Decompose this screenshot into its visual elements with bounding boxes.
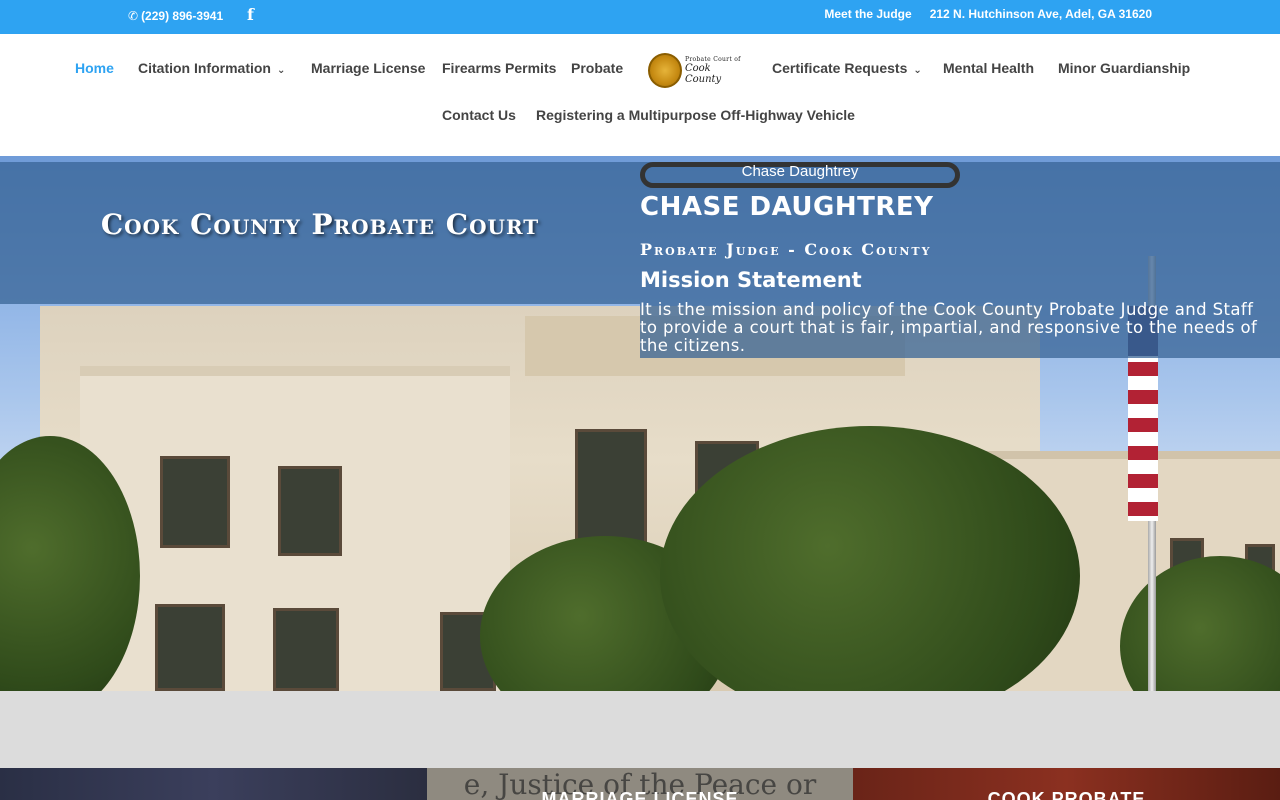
window bbox=[155, 604, 225, 691]
nav-certificate-label: Certificate Requests bbox=[772, 60, 908, 76]
logo-line1: Probate Court of bbox=[684, 55, 741, 63]
window bbox=[160, 456, 230, 548]
judge-name: CHASE DAUGHTREY bbox=[640, 192, 934, 222]
main-header: Home Citation Information ⌄ Marriage Lic… bbox=[0, 34, 1280, 156]
nav-firearms-permits[interactable]: Firearms Permits bbox=[442, 60, 556, 76]
page-title: Cook County Probate Court bbox=[100, 208, 540, 241]
nav-home[interactable]: Home bbox=[75, 60, 114, 76]
logo-line2: Cook County bbox=[684, 62, 722, 85]
window bbox=[273, 608, 339, 691]
meet-the-judge-link[interactable]: Meet the Judge bbox=[824, 7, 911, 21]
nav-citation-label: Citation Information bbox=[138, 60, 271, 76]
nav-marriage-label: Marriage License bbox=[311, 60, 426, 76]
hero-section: Cook County Probate Court Chase Daughtre… bbox=[0, 156, 1280, 691]
nav-ohv-label: Registering a Multipurpose Off-Highway V… bbox=[536, 107, 855, 123]
nav-minor-guardianship[interactable]: Minor Guardianship bbox=[1058, 60, 1190, 76]
top-links: Meet the Judge 212 N. Hutchinson Ave, Ad… bbox=[824, 7, 1152, 21]
nav-mental-health[interactable]: Mental Health bbox=[943, 60, 1034, 76]
nav-minor-guardianship-label: Minor Guardianship bbox=[1058, 60, 1191, 76]
window bbox=[278, 466, 342, 556]
nav-firearms-label: Firearms Permits bbox=[442, 60, 557, 76]
site-logo[interactable]: Probate Court of Cook County bbox=[648, 51, 748, 89]
mission-heading: Mission Statement bbox=[640, 268, 862, 292]
chevron-down-icon: ⌄ bbox=[277, 64, 286, 76]
phone-icon: ✆ bbox=[128, 9, 139, 23]
facebook-icon[interactable]: f bbox=[247, 5, 254, 24]
service-cards: e, Justice of the Peace or Minister MARR… bbox=[0, 768, 1280, 800]
card-caption: MARRIAGE LICENSE bbox=[541, 789, 739, 800]
chevron-down-icon: ⌄ bbox=[913, 64, 922, 76]
mission-text: It is the mission and policy of the Cook… bbox=[640, 300, 1258, 355]
phone-number[interactable]: (229) 896-3941 bbox=[141, 9, 223, 23]
service-card[interactable] bbox=[0, 768, 427, 800]
nav-citation-information[interactable]: Citation Information ⌄ bbox=[138, 60, 285, 76]
nav-marriage-license[interactable]: Marriage License bbox=[311, 60, 425, 76]
nav-off-highway-vehicle[interactable]: Registering a Multipurpose Off-Highway V… bbox=[536, 107, 855, 123]
nav-probate[interactable]: Probate bbox=[571, 60, 623, 76]
nav-contact-label: Contact Us bbox=[442, 107, 516, 123]
nav-mental-health-label: Mental Health bbox=[943, 60, 1035, 76]
card-caption: COOK PROBATE bbox=[987, 789, 1146, 800]
nav-certificate-requests[interactable]: Certificate Requests ⌄ bbox=[772, 60, 922, 76]
nav-home-label: Home bbox=[75, 60, 114, 76]
phone-contact[interactable]: ✆ (229) 896-3941 bbox=[128, 9, 223, 23]
judge-photo-alt: Chase Daughtrey bbox=[741, 162, 859, 180]
top-bar: ✆ (229) 896-3941 f Meet the Judge 212 N.… bbox=[0, 0, 1280, 34]
service-card-probate[interactable]: COOK PROBATE bbox=[853, 768, 1280, 800]
judge-photo: Chase Daughtrey bbox=[640, 162, 960, 188]
nav-probate-label: Probate bbox=[571, 60, 624, 76]
service-card-marriage[interactable]: e, Justice of the Peace or Minister MARR… bbox=[427, 768, 853, 800]
address-link[interactable]: 212 N. Hutchinson Ave, Adel, GA 31620 bbox=[930, 7, 1152, 21]
seal-icon bbox=[648, 52, 682, 88]
nav-contact-us[interactable]: Contact Us bbox=[442, 107, 516, 123]
judge-role: Probate Judge - Cook County bbox=[640, 240, 932, 259]
